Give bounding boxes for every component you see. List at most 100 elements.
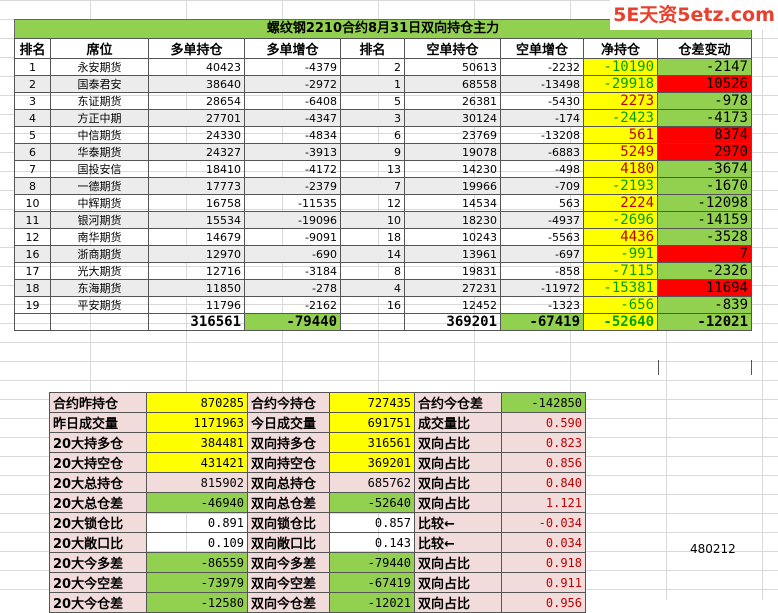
- cell-rank[interactable]: 12: [14, 228, 51, 246]
- cell-diff[interactable]: 10526: [657, 75, 752, 93]
- cell-rank[interactable]: 3: [14, 92, 51, 110]
- cell-broker[interactable]: 东证期货: [50, 92, 149, 110]
- summary-value[interactable]: -73979: [146, 572, 248, 593]
- cell-diff[interactable]: 11694: [657, 279, 752, 297]
- cell-broker[interactable]: 银河期货: [50, 211, 149, 229]
- cell-broker[interactable]: 平安期货: [50, 296, 149, 314]
- cell-long-chg[interactable]: -2972: [244, 75, 341, 93]
- cell-net[interactable]: -15381: [583, 279, 658, 297]
- summary-label[interactable]: 双向占比: [414, 452, 502, 473]
- cell-net[interactable]: 4436: [583, 228, 658, 246]
- cell-srank[interactable]: 18: [340, 228, 405, 246]
- cell-short[interactable]: 26381: [404, 92, 501, 110]
- cell-diff[interactable]: 7: [657, 245, 752, 263]
- cell-short[interactable]: 14230: [404, 160, 501, 178]
- summary-value[interactable]: -12021: [329, 592, 415, 613]
- cell-net[interactable]: -10190: [583, 58, 658, 76]
- cell-short-chg[interactable]: -858: [500, 262, 584, 280]
- cell-short[interactable]: 18230: [404, 211, 501, 229]
- cell-short[interactable]: 10243: [404, 228, 501, 246]
- cell-rank[interactable]: 4: [14, 109, 51, 127]
- summary-value[interactable]: 0.143: [329, 532, 415, 553]
- summary-value[interactable]: 0.590: [501, 412, 586, 433]
- cell-short[interactable]: 27231: [404, 279, 501, 297]
- cell-long-chg[interactable]: -9091: [244, 228, 341, 246]
- column-header[interactable]: 席位: [50, 38, 149, 59]
- cell-rank[interactable]: 19: [14, 296, 51, 314]
- cell-long[interactable]: 17773: [148, 177, 245, 195]
- cell-long[interactable]: 15534: [148, 211, 245, 229]
- column-header[interactable]: 空单增仓: [500, 38, 584, 59]
- cell-broker[interactable]: 华泰期货: [50, 143, 149, 161]
- summary-label[interactable]: 20大今仓差: [49, 592, 147, 613]
- cell-long-chg[interactable]: -4347: [244, 109, 341, 127]
- summary-label[interactable]: 20大持多仓: [49, 432, 147, 453]
- summary-label[interactable]: 比较←: [414, 532, 502, 553]
- summary-value[interactable]: 870285: [146, 392, 248, 413]
- cell-long[interactable]: 38640: [148, 75, 245, 93]
- summary-label[interactable]: 双向占比: [414, 432, 502, 453]
- cell-short-chg[interactable]: -174: [500, 109, 584, 127]
- cell-short-chg[interactable]: -697: [500, 245, 584, 263]
- cell-rank[interactable]: 10: [14, 194, 51, 212]
- summary-label[interactable]: 双向敞口比: [247, 532, 330, 553]
- cell-net[interactable]: -2423: [583, 109, 658, 127]
- cell-long-chg[interactable]: -2379: [244, 177, 341, 195]
- cell-broker[interactable]: 中辉期货: [50, 194, 149, 212]
- cell-net[interactable]: 5249: [583, 143, 658, 161]
- cell-diff[interactable]: 8374: [657, 126, 752, 144]
- cell-short[interactable]: 14534: [404, 194, 501, 212]
- summary-value[interactable]: 815902: [146, 472, 248, 493]
- summary-label[interactable]: 合约昨持仓: [49, 392, 147, 413]
- summary-value[interactable]: 316561: [329, 432, 415, 453]
- cell-rank[interactable]: 5: [14, 126, 51, 144]
- summary-value[interactable]: 0.109: [146, 532, 248, 553]
- column-header[interactable]: 空单持仓: [404, 38, 501, 59]
- cell-short[interactable]: 19078: [404, 143, 501, 161]
- summary-value[interactable]: -52640: [329, 492, 415, 513]
- cell-broker[interactable]: 东海期货: [50, 279, 149, 297]
- cell-srank[interactable]: 14: [340, 245, 405, 263]
- cell-short-chg[interactable]: -13208: [500, 126, 584, 144]
- summary-value[interactable]: 369201: [329, 452, 415, 473]
- summary-label[interactable]: 20大总仓差: [49, 492, 147, 513]
- summary-value[interactable]: -142850: [501, 392, 586, 413]
- cell-diff[interactable]: -2326: [657, 262, 752, 280]
- cell-short[interactable]: 50613: [404, 58, 501, 76]
- cell-long-chg[interactable]: -3913: [244, 143, 341, 161]
- cell-short-chg[interactable]: -11972: [500, 279, 584, 297]
- summary-value[interactable]: 727435: [329, 392, 415, 413]
- summary-value[interactable]: -67419: [329, 572, 415, 593]
- total-net[interactable]: -52640: [583, 313, 658, 331]
- cell-long-chg[interactable]: -2162: [244, 296, 341, 314]
- summary-value[interactable]: 0.856: [501, 452, 586, 473]
- cell-srank[interactable]: 7: [340, 177, 405, 195]
- cell-rank[interactable]: 8: [14, 177, 51, 195]
- cell-net[interactable]: -29918: [583, 75, 658, 93]
- cell-diff[interactable]: -839: [657, 296, 752, 314]
- summary-value[interactable]: 0.840: [501, 472, 586, 493]
- cell-srank[interactable]: 4: [340, 279, 405, 297]
- cell-long-chg[interactable]: -278: [244, 279, 341, 297]
- summary-label[interactable]: 双向占比: [414, 552, 502, 573]
- cell-diff[interactable]: -978: [657, 92, 752, 110]
- summary-label[interactable]: 双向总仓差: [247, 492, 330, 513]
- summary-label[interactable]: 双向今空差: [247, 572, 330, 593]
- cell-short-chg[interactable]: -1323: [500, 296, 584, 314]
- summary-value[interactable]: 1.121: [501, 492, 586, 513]
- cell-rank[interactable]: 6: [14, 143, 51, 161]
- summary-label[interactable]: 合约今仓差: [414, 392, 502, 413]
- cell-short-chg[interactable]: -5563: [500, 228, 584, 246]
- cell-net[interactable]: 2224: [583, 194, 658, 212]
- empty-cell[interactable]: [14, 313, 51, 331]
- cell-net[interactable]: -2696: [583, 211, 658, 229]
- total-short[interactable]: 369201: [404, 313, 501, 331]
- cell-diff[interactable]: -1670: [657, 177, 752, 195]
- cell-short[interactable]: 23769: [404, 126, 501, 144]
- summary-label[interactable]: 20大敞口比: [49, 532, 147, 553]
- cell-long[interactable]: 24327: [148, 143, 245, 161]
- summary-label[interactable]: 成交量比: [414, 412, 502, 433]
- cell-long[interactable]: 28654: [148, 92, 245, 110]
- cell-srank[interactable]: 1: [340, 75, 405, 93]
- cell-long[interactable]: 11796: [148, 296, 245, 314]
